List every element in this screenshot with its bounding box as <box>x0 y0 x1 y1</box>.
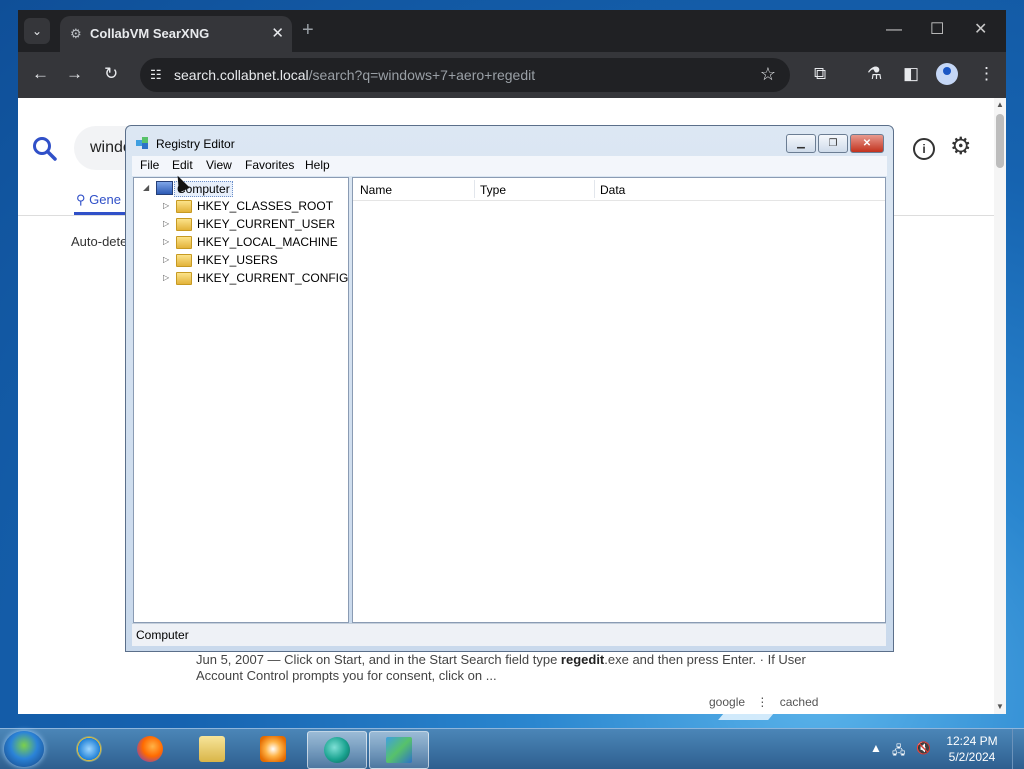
folder-icon <box>176 218 192 231</box>
volume-muted-icon[interactable]: 🔇 <box>916 741 931 755</box>
column-separator[interactable] <box>474 180 475 198</box>
header-line <box>353 200 885 201</box>
bookmark-star-icon[interactable]: ☆ <box>760 64 776 85</box>
computer-icon <box>156 181 173 195</box>
folder-explorer-icon <box>199 736 225 762</box>
show-desktop-button[interactable] <box>1012 729 1024 769</box>
tab-bar: ⌄ ⚙ CollabVM SearXNG ✕ + — ☐ ✕ <box>18 10 1006 52</box>
clock-time: 12:24 PM <box>946 734 998 748</box>
clock-date: 5/2/2024 <box>948 750 996 764</box>
searxng-icon: ⚙ <box>70 26 82 41</box>
menu-view[interactable]: View <box>206 158 232 172</box>
menu-favorites[interactable]: Favorites <box>245 158 294 172</box>
firefox-icon <box>137 736 163 762</box>
new-tab-icon[interactable]: + <box>302 20 314 40</box>
profile-avatar[interactable] <box>936 63 958 85</box>
start-button[interactable] <box>4 731 44 767</box>
status-text: Computer <box>136 628 189 642</box>
taskbar: ▲ 🖧 🔇 12:24 PM 5/2/2024 <box>0 728 1024 769</box>
column-separator[interactable] <box>594 180 595 198</box>
scroll-down-icon[interactable]: ▼ <box>996 702 1004 711</box>
taskbar-media-player[interactable] <box>244 731 302 767</box>
folder-icon <box>176 254 192 267</box>
column-header-data[interactable]: Data <box>600 183 625 197</box>
address-bar[interactable]: ☷ search.collabnet.local/search?q=window… <box>140 58 790 92</box>
folder-icon <box>176 200 192 213</box>
window-title: Registry Editor <box>156 137 235 151</box>
menu-bar: File Edit View Favorites Help <box>132 156 887 176</box>
minimize-icon[interactable]: — <box>886 20 902 40</box>
small-search-icon: ⚲ <box>76 192 90 207</box>
google-link[interactable]: google <box>709 695 745 709</box>
regedit-taskbar-icon <box>386 737 412 763</box>
extensions-icon[interactable]: ⧉ <box>814 64 826 84</box>
network-icon[interactable]: 🖧 <box>892 741 905 762</box>
re-close-button[interactable]: ✕ <box>850 134 884 153</box>
taskbar-firefox[interactable] <box>121 731 179 767</box>
url-text[interactable]: search.collabnet.local/search?q=windows+… <box>174 67 535 83</box>
cached-link[interactable]: cached <box>780 695 819 709</box>
tab-search-button[interactable]: ⌄ <box>24 18 50 44</box>
forward-icon[interactable]: → <box>66 64 83 84</box>
collabvm-icon <box>324 737 350 763</box>
folder-icon <box>176 272 192 285</box>
collapse-icon[interactable]: ◢ <box>143 183 149 192</box>
folder-icon <box>176 236 192 249</box>
expand-icon[interactable]: ▷ <box>163 255 169 264</box>
scroll-thumb[interactable] <box>996 114 1004 168</box>
regedit-app-icon <box>136 137 148 149</box>
back-icon[interactable]: ← <box>32 64 49 84</box>
labs-flask-icon[interactable]: ⚗ <box>867 64 882 84</box>
re-restore-button[interactable]: ❐ <box>818 134 848 153</box>
reload-icon[interactable]: ↻ <box>104 64 118 84</box>
menu-help[interactable]: Help <box>305 158 330 172</box>
values-list[interactable]: Name Type Data <box>352 177 886 623</box>
taskbar-registry-editor[interactable] <box>369 731 429 769</box>
internet-explorer-icon <box>76 736 102 762</box>
expand-icon[interactable]: ▷ <box>163 219 169 228</box>
scroll-up-icon[interactable]: ▲ <box>996 100 1004 109</box>
taskbar-file-explorer[interactable] <box>183 731 241 767</box>
expand-icon[interactable]: ▷ <box>163 273 169 282</box>
browser-tab[interactable]: ⚙ CollabVM SearXNG ✕ <box>60 16 292 52</box>
re-minimize-button[interactable]: ▁ <box>786 134 816 153</box>
tab-title: CollabVM SearXNG <box>90 26 210 41</box>
auto-detect-label[interactable]: Auto-dete <box>71 234 127 249</box>
tab-general[interactable]: ⚲ Gene <box>76 192 121 208</box>
menu-file[interactable]: File <box>140 158 159 172</box>
show-hidden-icons-icon[interactable]: ▲ <box>870 741 882 755</box>
taskbar-internet-explorer[interactable] <box>60 731 118 767</box>
info-icon[interactable]: i <box>913 138 935 160</box>
search-logo-icon[interactable] <box>32 136 58 162</box>
status-bar: Computer <box>132 623 886 646</box>
registry-tree[interactable]: ◢ Computer ▷ HKEY_CLASSES_ROOT ▷ HKEY_CU… <box>133 177 349 623</box>
expand-icon[interactable]: ▷ <box>163 237 169 246</box>
result-links: google ⋮ cached <box>709 695 818 709</box>
result-snippet: Jun 5, 2007 — Click on Start, and in the… <box>196 652 806 683</box>
column-header-type[interactable]: Type <box>480 183 506 197</box>
clock[interactable]: 12:24 PM 5/2/2024 <box>937 733 1007 765</box>
maximize-icon[interactable]: ☐ <box>930 20 944 40</box>
gear-icon[interactable]: ⚙ <box>950 132 972 161</box>
browser-toolbar: ← → ↻ ☷ search.collabnet.local/search?q=… <box>18 52 1006 98</box>
close-window-icon[interactable]: ✕ <box>974 20 987 40</box>
registry-editor-window: Registry Editor ▁ ❐ ✕ File Edit View Fav… <box>125 125 894 652</box>
expand-icon[interactable]: ▷ <box>163 201 169 210</box>
side-panel-icon[interactable]: ◧ <box>903 64 919 84</box>
site-info-icon[interactable]: ☷ <box>150 67 162 83</box>
media-player-icon <box>260 736 286 762</box>
link-separator: ⋮ <box>756 695 769 709</box>
close-tab-icon[interactable]: ✕ <box>271 24 284 42</box>
page-scrollbar[interactable]: ▲ ▼ <box>994 98 1006 714</box>
menu-edit[interactable]: Edit <box>172 158 193 172</box>
taskbar-collabvm[interactable] <box>307 731 367 769</box>
column-header-name[interactable]: Name <box>360 183 392 197</box>
menu-kebab-icon[interactable]: ⋮ <box>978 64 995 84</box>
